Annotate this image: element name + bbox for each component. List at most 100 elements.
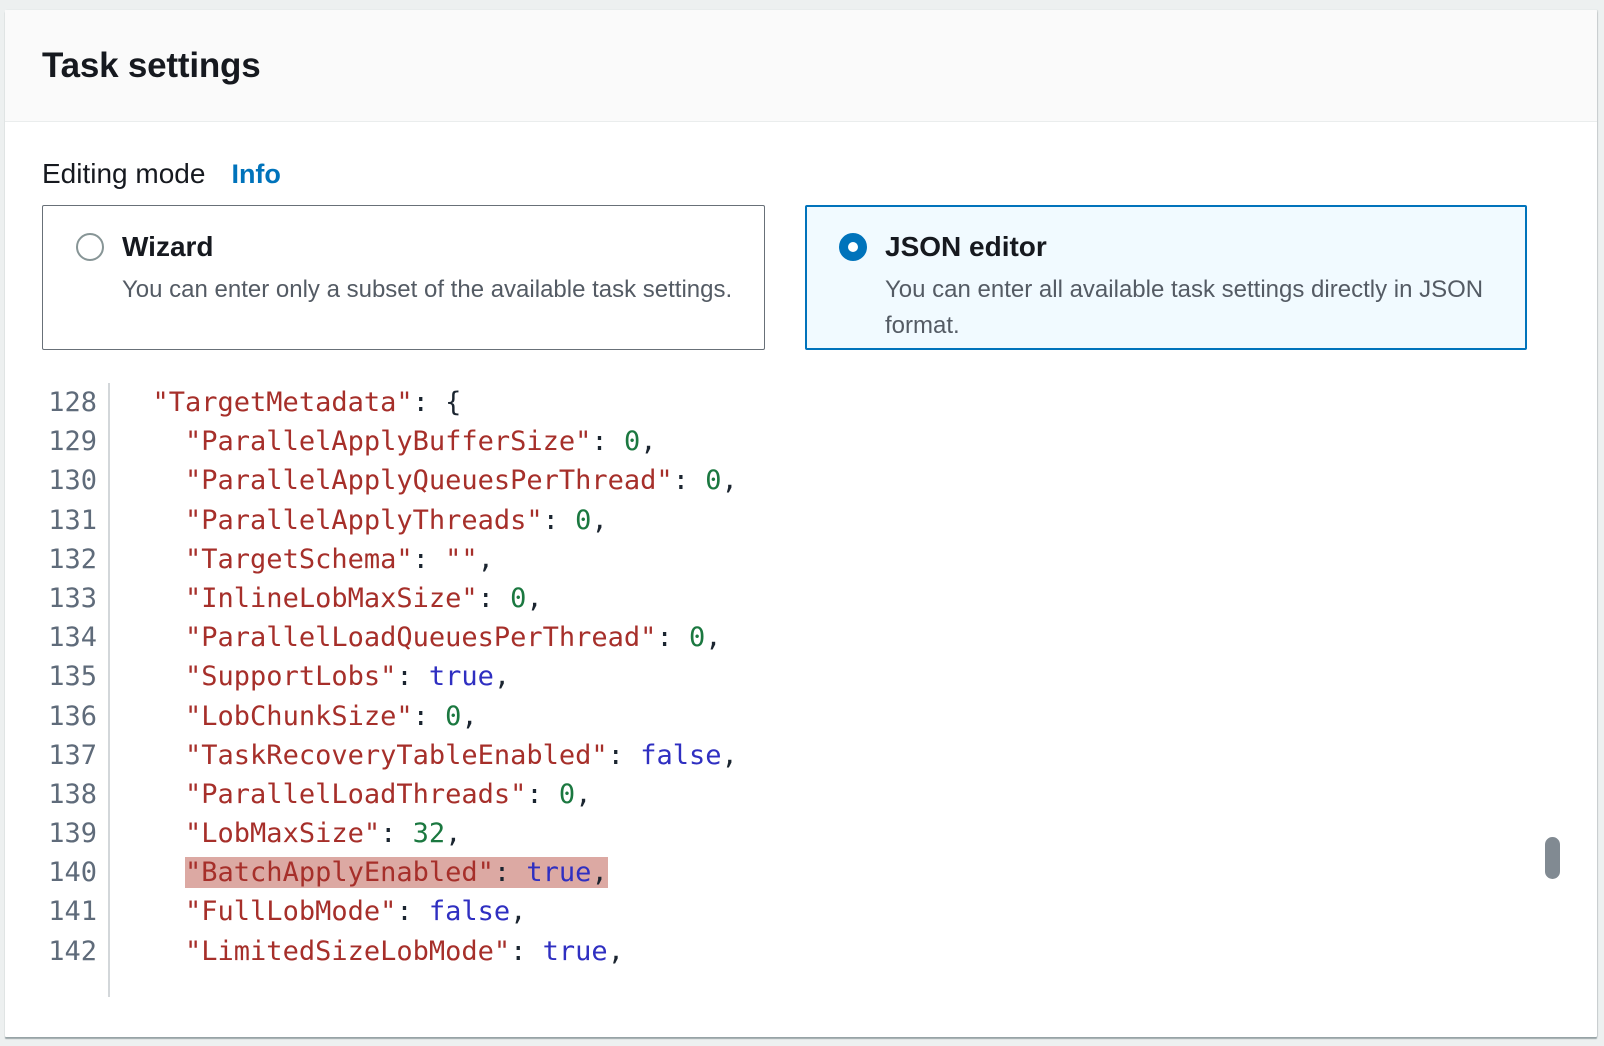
- code-line[interactable]: "ParallelApplyBufferSize": 0,: [120, 422, 1560, 461]
- code-line[interactable]: "TaskRecoveryTableEnabled": false,: [120, 736, 1560, 775]
- code-line[interactable]: "TargetMetadata": {: [120, 383, 1560, 422]
- code-token: "ParallelApplyThreads": [185, 505, 543, 536]
- code-token: false: [429, 896, 510, 927]
- line-number: 139: [42, 814, 97, 853]
- code-line[interactable]: "LobMaxSize": 32,: [120, 814, 1560, 853]
- code-token: ,: [721, 740, 737, 771]
- code-token: :: [510, 936, 543, 967]
- panel-header: Task settings: [5, 10, 1597, 122]
- code-token: ,: [510, 896, 526, 927]
- code-token: ,: [575, 779, 591, 810]
- code-token: "ParallelLoadQueuesPerThread": [185, 622, 656, 653]
- code-token: ,: [478, 544, 494, 575]
- line-number: 138: [42, 775, 97, 814]
- code-token: "": [445, 544, 478, 575]
- editing-mode-options: Wizard You can enter only a subset of th…: [42, 205, 1560, 350]
- editor-code-area[interactable]: "TargetMetadata": { "ParallelApplyBuffer…: [110, 383, 1560, 997]
- code-token: "LobChunkSize": [185, 701, 413, 732]
- code-token: ,: [445, 818, 461, 849]
- code-token: ,: [591, 505, 607, 536]
- code-token: 0: [510, 583, 526, 614]
- code-token: ,: [705, 622, 721, 653]
- code-token: "TaskRecoveryTableEnabled": [185, 740, 608, 771]
- info-link[interactable]: Info: [231, 159, 280, 190]
- code-token: 0: [689, 622, 705, 653]
- code-token: "ParallelApplyQueuesPerThread": [185, 465, 673, 496]
- code-line[interactable]: "BatchApplyEnabled": true,: [120, 853, 1560, 892]
- code-line[interactable]: "SupportLobs": true,: [120, 657, 1560, 696]
- code-token: false: [640, 740, 721, 771]
- option-description-wizard: You can enter only a subset of the avail…: [122, 272, 740, 308]
- code-line[interactable]: "InlineLobMaxSize": 0,: [120, 579, 1560, 618]
- code-token: :: [478, 583, 511, 614]
- code-token: :: [591, 426, 624, 457]
- code-line[interactable]: "ParallelLoadThreads": 0,: [120, 775, 1560, 814]
- line-number: 141: [42, 892, 97, 931]
- option-card-wizard[interactable]: Wizard You can enter only a subset of th…: [42, 205, 765, 350]
- code-token: :: [380, 818, 413, 849]
- code-token: "SupportLobs": [185, 661, 396, 692]
- code-token: true: [543, 936, 608, 967]
- code-token: :: [396, 896, 429, 927]
- code-token: ,: [640, 426, 656, 457]
- json-editor[interactable]: 1281291301311321331341351361371381391401…: [42, 383, 1560, 997]
- code-line[interactable]: "LobChunkSize": 0,: [120, 697, 1560, 736]
- code-token: ,: [608, 936, 624, 967]
- line-number: 130: [42, 461, 97, 500]
- editing-mode-label: Editing mode: [42, 158, 205, 190]
- code-token: 0: [575, 505, 591, 536]
- code-token: :: [413, 701, 446, 732]
- code-token: ,: [494, 661, 510, 692]
- line-number: 134: [42, 618, 97, 657]
- code-token: ,: [526, 583, 542, 614]
- line-number: 131: [42, 501, 97, 540]
- code-token: ,: [461, 701, 477, 732]
- code-line[interactable]: "FullLobMode": false,: [120, 892, 1560, 931]
- option-title-json-editor: JSON editor: [885, 231, 1047, 263]
- option-card-json-editor[interactable]: JSON editor You can enter all available …: [805, 205, 1527, 350]
- line-number: 136: [42, 697, 97, 736]
- code-token: 0: [705, 465, 721, 496]
- code-line[interactable]: "ParallelApplyQueuesPerThread": 0,: [120, 461, 1560, 500]
- code-line[interactable]: "ParallelLoadQueuesPerThread": 0,: [120, 618, 1560, 657]
- radio-selected-icon[interactable]: [839, 233, 867, 261]
- code-token: 0: [624, 426, 640, 457]
- code-token: :: [494, 857, 527, 888]
- code-line[interactable]: "LimitedSizeLobMode": true,: [120, 932, 1560, 971]
- code-token: ,: [721, 465, 737, 496]
- line-number: 142: [42, 932, 97, 971]
- code-line[interactable]: "TargetSchema": "",: [120, 540, 1560, 579]
- option-title-row: Wizard: [76, 231, 740, 263]
- code-token: 0: [559, 779, 575, 810]
- panel-title: Task settings: [42, 46, 261, 86]
- code-token: 32: [413, 818, 446, 849]
- editing-mode-row: Editing mode Info: [42, 158, 1560, 190]
- code-line[interactable]: "ParallelApplyThreads": 0,: [120, 501, 1560, 540]
- line-number: 137: [42, 736, 97, 775]
- line-number: 133: [42, 579, 97, 618]
- code-token: "FullLobMode": [185, 896, 396, 927]
- scrollbar-thumb[interactable]: [1545, 837, 1560, 879]
- code-token: :: [543, 505, 576, 536]
- option-title-row: JSON editor: [839, 231, 1501, 263]
- code-token: "ParallelApplyBufferSize": [185, 426, 591, 457]
- code-token: :: [656, 622, 689, 653]
- line-number: 129: [42, 422, 97, 461]
- code-token: "InlineLobMaxSize": [185, 583, 478, 614]
- code-token: "TargetMetadata": [153, 387, 413, 418]
- code-token: :: [608, 740, 641, 771]
- option-title-wizard: Wizard: [122, 231, 214, 263]
- panel-body: Editing mode Info Wizard You can enter o…: [5, 122, 1597, 997]
- line-number: 128: [42, 383, 97, 422]
- code-token: :: [673, 465, 706, 496]
- code-token: : {: [413, 387, 462, 418]
- task-settings-panel: Task settings Editing mode Info Wizard Y…: [5, 10, 1597, 1037]
- code-token: :: [396, 661, 429, 692]
- code-token: "TargetSchema": [185, 544, 413, 575]
- code-token: ,: [591, 857, 607, 888]
- line-number: 140: [42, 853, 97, 892]
- radio-unselected-icon[interactable]: [76, 233, 104, 261]
- code-token: "BatchApplyEnabled": [185, 857, 494, 888]
- line-number: 135: [42, 657, 97, 696]
- code-token: true: [429, 661, 494, 692]
